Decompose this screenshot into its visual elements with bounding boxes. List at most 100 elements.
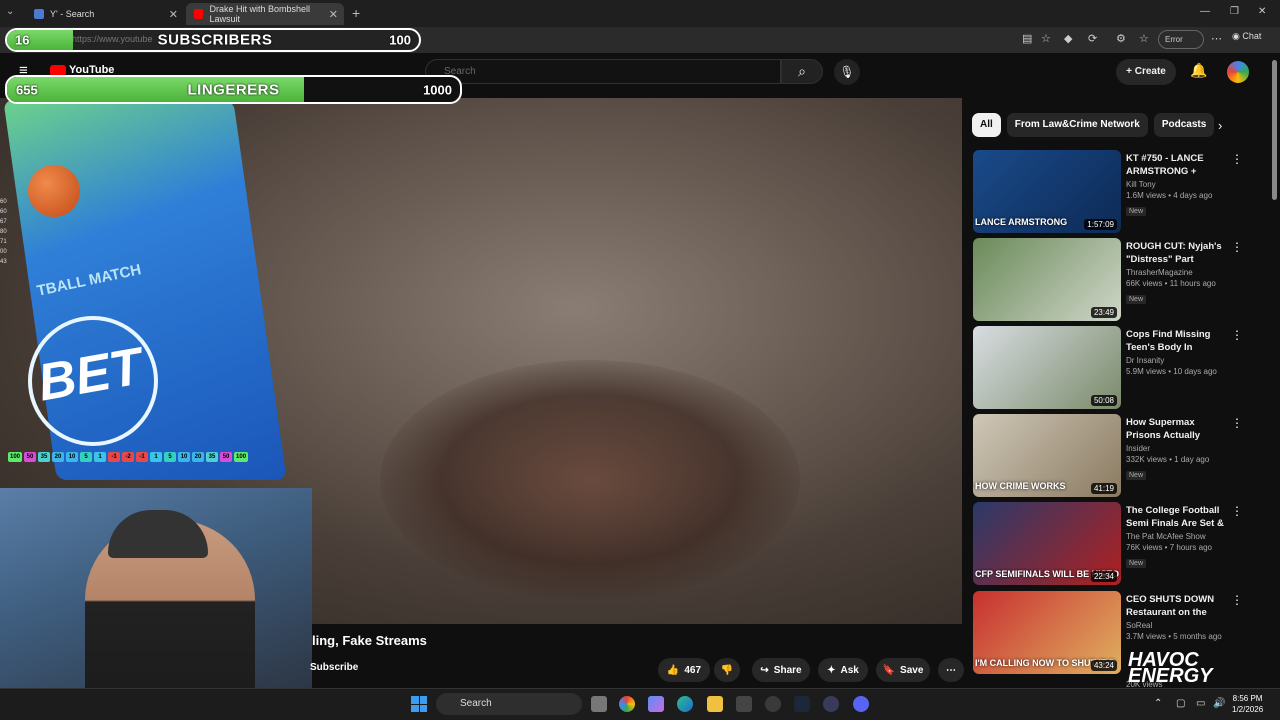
video-thumbnail[interactable]: I'M CALLING NOW TO SHUT IT D 43:24 [973, 591, 1121, 674]
channel-name[interactable]: ThrasherMagazine [1126, 268, 1226, 277]
score-chip: 10 [178, 452, 191, 462]
copilot-app-icon[interactable] [648, 696, 664, 712]
video-thumbnail[interactable]: LANCE ARMSTRONG 1:57:09 [973, 150, 1121, 233]
video-thumbnail[interactable]: CFP SEMIFINALS WILL BE HISTO 22:34 [973, 502, 1121, 585]
search-input[interactable]: Search [425, 59, 781, 84]
bookmark-star-icon[interactable]: ☆ [1041, 32, 1051, 45]
create-button[interactable]: + Create [1116, 59, 1176, 85]
basketball-icon [28, 165, 80, 217]
recommendation-item[interactable]: LANCE ARMSTRONG 1:57:09 KT #750 - LANCE AR… [973, 150, 1243, 234]
more-vert-icon[interactable]: ⋮ [1231, 328, 1243, 342]
microphone-icon: 🎙 [839, 65, 855, 79]
recommendation-title[interactable]: CEO SHUTS DOWN Restaurant on the Spo... [1126, 593, 1226, 619]
ask-button[interactable]: ✦ Ask [818, 658, 868, 682]
chevron-right-icon[interactable]: › [1218, 118, 1222, 133]
video-thumbnail[interactable]: 50:08 [973, 326, 1121, 409]
dislike-button[interactable]: 👎 [714, 658, 740, 682]
more-vert-icon[interactable]: ⋮ [1231, 240, 1243, 254]
ask-label: Ask [840, 664, 859, 676]
file-explorer-icon[interactable] [707, 696, 723, 712]
app-icon[interactable] [823, 696, 839, 712]
more-vert-icon[interactable]: ⋮ [1231, 504, 1243, 518]
score-chip: 100 [8, 452, 23, 462]
steam-icon[interactable] [794, 696, 810, 712]
recommendation-title[interactable]: How Supermax Prisons Actually Work | How… [1126, 416, 1226, 442]
chrome-icon[interactable] [619, 696, 635, 712]
close-icon[interactable]: ✕ [169, 8, 178, 21]
score-chip: 50 [220, 452, 233, 462]
time: 8:56 PM [1232, 694, 1263, 703]
recommendation-title[interactable]: The College Football Semi Finals Are Set… [1126, 504, 1226, 530]
search-button[interactable]: ⌕ [781, 59, 823, 84]
favorites-icon[interactable]: ☆ [1139, 32, 1149, 45]
reading-mode-icon[interactable]: ▤ [1022, 32, 1032, 45]
edge-icon[interactable] [677, 696, 693, 712]
volume-icon[interactable]: 🔊 [1213, 698, 1225, 709]
more-vert-icon[interactable]: ⋮ [1231, 416, 1243, 430]
maximize-icon[interactable]: ❐ [1230, 6, 1239, 17]
more-actions-button[interactable]: ⋯ [938, 658, 964, 682]
notifications-bell-icon[interactable]: 🔔 [1190, 62, 1207, 79]
more-vert-icon[interactable]: ⋮ [1231, 593, 1243, 607]
tray-chevron-icon[interactable]: ⌃ [1154, 698, 1162, 709]
chip-law-crime[interactable]: From Law&Crime Network [1006, 113, 1148, 137]
minimize-icon[interactable]: — [1200, 6, 1210, 17]
recommendation-item[interactable]: 50:08 Cops Find Missing Teen's Body In So… [973, 326, 1243, 410]
recommendation-title[interactable]: ROUGH CUT: Nyjah's "Distress" Part [1126, 240, 1226, 266]
more-menu-icon[interactable]: ⋯ [1211, 32, 1222, 45]
more-vert-icon[interactable]: ⋮ [1231, 152, 1243, 166]
avatar[interactable] [1227, 61, 1249, 83]
extensions-icon[interactable]: ⚙ [1116, 32, 1126, 45]
tab-youtube[interactable]: Drake Hit with Bombshell Lawsuit ✕ [186, 3, 344, 25]
channel-name[interactable]: SoReal [1126, 621, 1226, 630]
channel-name[interactable]: Insider [1126, 444, 1226, 453]
like-button[interactable]: 👍 467 [658, 658, 710, 682]
copilot-chat-button[interactable]: ◉ Chat [1232, 31, 1261, 42]
recommendation-item[interactable]: HOW CRIME WORKS 41:19 How Supermax Prisons… [973, 414, 1243, 498]
lingerers-goal: 1000 [423, 82, 452, 97]
network-icon[interactable]: ▭ [1196, 698, 1205, 709]
score-chip: 5 [80, 452, 93, 462]
recommendation-info: CEO SHUTS DOWN Restaurant on the Spo... S… [1126, 593, 1226, 641]
obs-icon[interactable] [765, 696, 781, 712]
channel-name[interactable]: Dr Insanity [1126, 356, 1226, 365]
video-duration: 22:34 [1090, 571, 1117, 582]
recommendation-info: The College Football Semi Finals Are Set… [1126, 504, 1226, 570]
tab-search[interactable]: Y' - Search ✕ [26, 3, 184, 25]
scrollbar-thumb[interactable] [1272, 60, 1277, 200]
sync-icon[interactable]: ⟳ [1088, 32, 1097, 45]
chip-all[interactable]: All [972, 113, 1001, 137]
voice-search-button[interactable]: 🎙 [834, 59, 860, 85]
new-tab-button[interactable]: + [352, 5, 360, 21]
chip-podcasts[interactable]: Podcasts [1153, 113, 1215, 137]
taskbar-clock[interactable]: 8:56 PM 1/2/2026 [1232, 693, 1263, 715]
channel-name[interactable]: Kill Tony [1126, 180, 1226, 189]
windows-start-icon[interactable] [411, 696, 427, 712]
extension-icon[interactable]: ◆ [1064, 32, 1072, 45]
thumbnail-caption: LANCE ARMSTRONG [975, 217, 1068, 227]
tab-list-icon[interactable]: ⌄ [6, 6, 14, 17]
recommendation-title[interactable]: KT #750 - LANCE ARMSTRONG + MATT... [1126, 152, 1226, 178]
discord-icon[interactable] [853, 696, 869, 712]
recommendation-title[interactable]: Cops Find Missing Teen's Body In Soldier… [1126, 328, 1226, 354]
close-icon[interactable]: ✕ [329, 8, 338, 21]
profile-error-button[interactable]: Error [1158, 30, 1204, 49]
side-number: 67 [0, 219, 7, 225]
capcut-icon[interactable] [736, 696, 752, 712]
tray-app-icon[interactable]: ▢ [1176, 698, 1185, 709]
taskbar-search[interactable]: Search [436, 693, 582, 715]
recommendation-item[interactable]: CFP SEMIFINALS WILL BE HISTO 22:34 The Col… [973, 502, 1243, 586]
channel-name[interactable]: The Pat McAfee Show [1126, 532, 1226, 541]
video-thumbnail[interactable]: 23:49 [973, 238, 1121, 321]
tab-label: Y' - Search [50, 9, 95, 19]
window-close-icon[interactable]: ✕ [1258, 6, 1266, 17]
view-meta: 3.7M views • 5 months ago [1126, 632, 1222, 641]
score-chip: 1 [94, 452, 107, 462]
recommendation-item[interactable]: 23:49 ROUGH CUT: Nyjah's "Distress" Part T… [973, 238, 1243, 322]
video-thumbnail[interactable]: HOW CRIME WORKS 41:19 [973, 414, 1121, 497]
save-button[interactable]: 🔖 Save [876, 658, 930, 682]
thumbs-up-icon: 👍 [666, 664, 680, 676]
subscribe-button[interactable]: Subscribe [310, 662, 358, 673]
share-button[interactable]: ↪ Share [752, 658, 810, 682]
task-view-icon[interactable] [591, 696, 607, 712]
